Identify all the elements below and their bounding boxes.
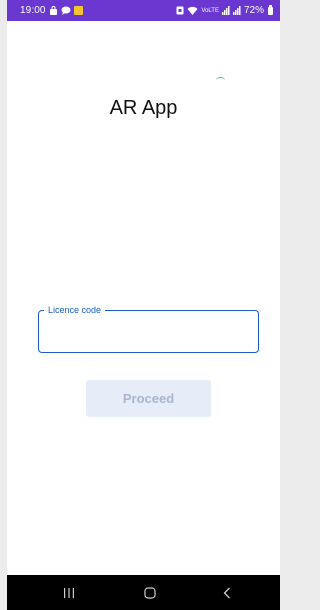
app-title: AR App	[109, 97, 178, 119]
licence-code-input[interactable]	[47, 321, 251, 345]
wifi-icon	[187, 6, 198, 15]
status-bar: 19:00 VoLTE 72%	[7, 0, 280, 21]
status-bar-left: 19:00	[20, 5, 83, 16]
status-bar-right: VoLTE 72%	[176, 4, 273, 16]
nfc-icon	[176, 6, 184, 15]
network-type-label: VoLTE	[201, 7, 219, 14]
chat-bubble-icon	[61, 6, 71, 15]
home-icon	[144, 586, 156, 599]
status-time: 19:00	[20, 5, 46, 16]
signal-icon	[221, 6, 230, 15]
back-icon	[223, 587, 230, 598]
phone-screen: 19:00 VoLTE 72% AR App Licence code Proc…	[7, 0, 280, 610]
back-button[interactable]	[215, 575, 239, 610]
battery-icon	[268, 4, 273, 15]
accent-mark	[216, 77, 225, 84]
notification-icon	[73, 6, 83, 15]
licence-code-label: Licence code	[44, 304, 106, 316]
shopping-bag-icon	[49, 6, 58, 15]
proceed-button[interactable]: Proceed	[86, 380, 211, 417]
home-button[interactable]	[138, 575, 162, 610]
navigation-bar	[7, 575, 280, 610]
signal-icon-2	[232, 6, 241, 15]
recent-apps-button[interactable]	[57, 575, 81, 610]
licence-code-field[interactable]: Licence code	[38, 304, 259, 353]
battery-percentage: 72%	[243, 5, 264, 16]
recent-apps-icon	[64, 587, 74, 598]
